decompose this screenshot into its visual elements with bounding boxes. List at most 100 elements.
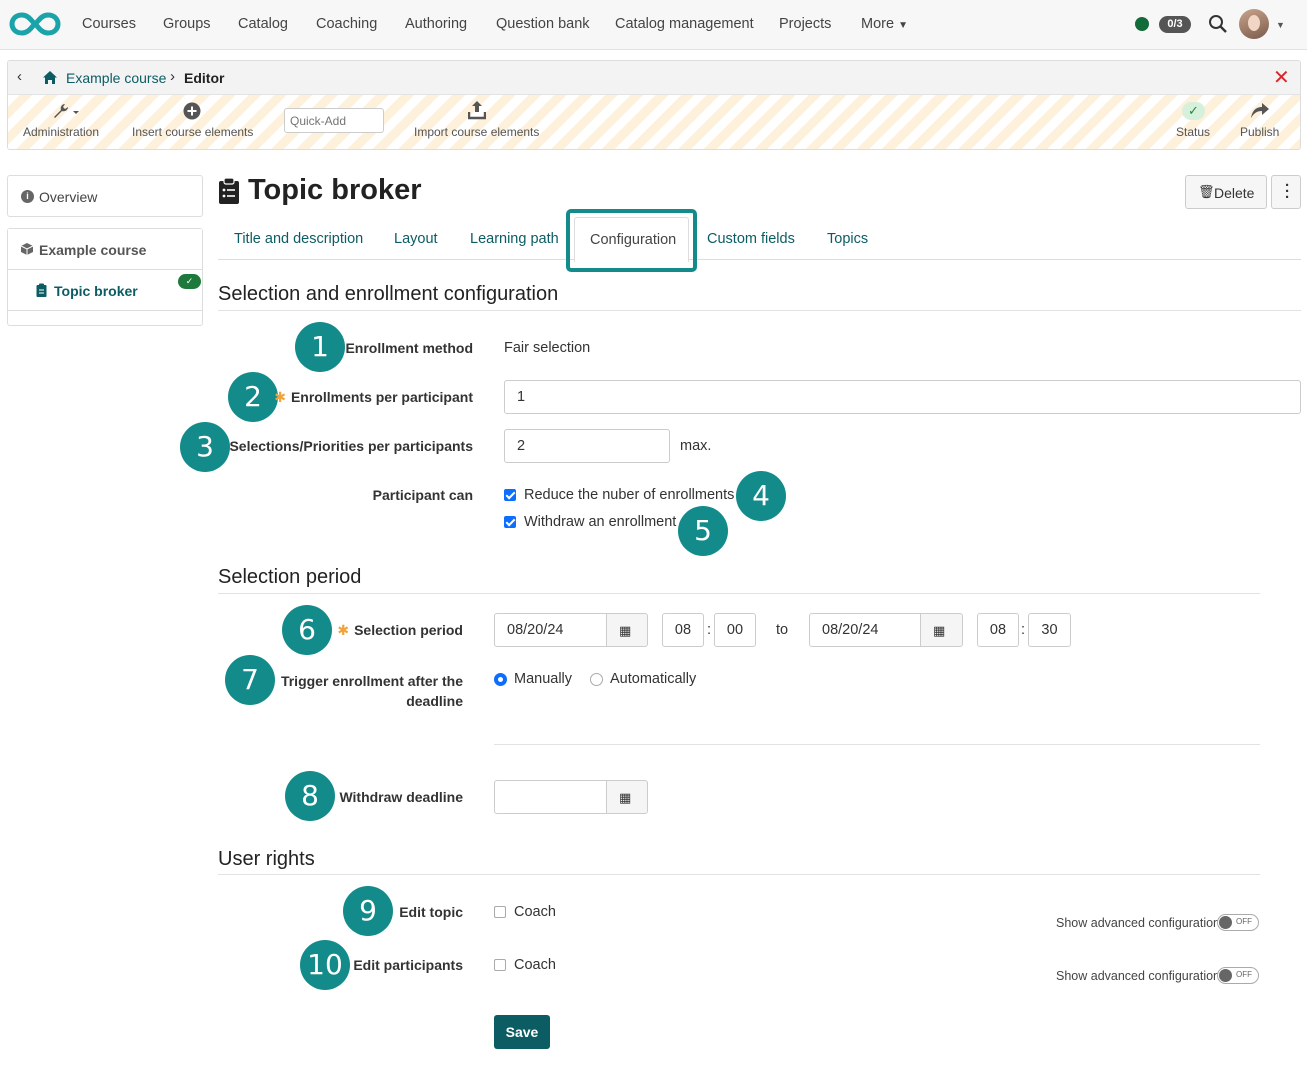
administration-button[interactable]: Administration xyxy=(22,95,112,149)
start-date-calendar-button[interactable]: ▦ xyxy=(606,613,648,647)
edit-participants-coach-label: Coach xyxy=(514,957,556,973)
section-enrollment-title: Selection and enrollment configuration xyxy=(218,283,559,305)
status-button[interactable]: ✓ Status xyxy=(1172,95,1216,149)
end-hour-input[interactable]: 08 xyxy=(977,613,1019,647)
reduce-enrollments-checkbox[interactable] xyxy=(504,489,516,501)
quick-add-input[interactable] xyxy=(284,108,384,133)
more-vertical-icon: · · · xyxy=(1285,177,1290,206)
nav-catalog-management[interactable]: Catalog management xyxy=(615,16,754,32)
breadcrumb: ‹ Example course › Editor ✕ xyxy=(8,61,1300,95)
enrollment-method-label: Enrollment method xyxy=(345,340,473,356)
marker-5: 5 xyxy=(678,506,728,556)
sidebar-item-example-course[interactable]: Example course xyxy=(8,229,202,270)
wrench-icon xyxy=(54,104,79,118)
tab-learning-path[interactable]: Learning path xyxy=(470,231,559,247)
trigger-label-line1: Trigger enrollment after the xyxy=(280,673,463,689)
tab-custom-fields[interactable]: Custom fields xyxy=(707,231,795,247)
start-date-input[interactable]: 08/20/24 xyxy=(494,613,608,647)
marker-3: 3 xyxy=(180,422,230,472)
notification-badge[interactable]: 0/3 xyxy=(1159,16,1191,33)
user-menu-caret-icon[interactable]: ▼ xyxy=(1276,20,1285,30)
nav-courses[interactable]: Courses xyxy=(82,16,136,32)
editor-toolbar: ‹ Example course › Editor ✕ Administrati… xyxy=(7,60,1301,150)
sidebar-overview[interactable]: i Overview xyxy=(7,175,203,217)
marker-10: 10 xyxy=(300,940,350,990)
home-icon xyxy=(43,71,57,84)
delete-button[interactable]: 🗑 Delete xyxy=(1185,175,1267,209)
page-title: Topic broker xyxy=(248,174,422,206)
start-hour-input[interactable]: 08 xyxy=(662,613,704,647)
section-period-title: Selection period xyxy=(218,566,362,588)
insert-course-elements-button[interactable]: Insert course elements xyxy=(131,95,261,149)
nav-coaching[interactable]: Coaching xyxy=(316,16,377,32)
end-minute-input[interactable]: 30 xyxy=(1028,613,1071,647)
cube-icon xyxy=(20,243,34,255)
breadcrumb-course-link[interactable]: Example course xyxy=(66,70,166,86)
sidebar-item-topic-broker[interactable]: Topic broker ✓ xyxy=(8,270,202,311)
more-actions-button[interactable]: · · · xyxy=(1271,175,1301,209)
marker-4: 4 xyxy=(736,471,786,521)
end-date-input[interactable]: 08/20/24 xyxy=(809,613,923,647)
save-button[interactable]: Save xyxy=(494,1015,550,1049)
published-check-icon: ✓ xyxy=(178,274,201,289)
calendar-icon: ▦ xyxy=(619,790,632,805)
selections-per-participant-label: Selections/Priorities per participants xyxy=(229,438,473,454)
withdraw-enrollment-label: Withdraw an enrollment xyxy=(524,514,677,530)
manually-label: Manually xyxy=(514,671,573,687)
trash-icon: 🗑 xyxy=(1198,184,1215,199)
required-asterisk-icon: ✱ xyxy=(274,389,286,405)
search-icon[interactable] xyxy=(1208,14,1228,34)
withdraw-enrollment-checkbox[interactable] xyxy=(504,516,516,528)
edit-topic-coach-checkbox[interactable] xyxy=(494,906,506,918)
tab-configuration[interactable]: Configuration xyxy=(574,217,689,262)
nav-projects[interactable]: Projects xyxy=(779,16,831,32)
edit-topic-advanced-label: Show advanced configuration xyxy=(1056,916,1221,930)
subsection-divider xyxy=(494,744,1260,745)
tab-configuration-label: Configuration xyxy=(590,232,677,248)
start-minute-input[interactable]: 00 xyxy=(714,613,756,647)
nav-authoring[interactable]: Authoring xyxy=(405,16,467,32)
edit-participants-coach-checkbox[interactable] xyxy=(494,959,506,971)
withdraw-deadline-input[interactable] xyxy=(494,780,608,814)
enrollments-label-text: Enrollments per participant xyxy=(290,389,473,405)
nav-catalog[interactable]: Catalog xyxy=(238,16,288,32)
calendar-icon: ▦ xyxy=(933,623,946,638)
plus-circle-icon xyxy=(183,102,201,120)
edit-participants-advanced-toggle[interactable]: OFF xyxy=(1217,967,1259,984)
withdraw-deadline-label: Withdraw deadline xyxy=(339,789,463,805)
marker-1: 1 xyxy=(295,322,345,372)
infinity-logo-icon[interactable] xyxy=(9,11,61,37)
manually-radio[interactable] xyxy=(494,673,507,686)
publish-button[interactable]: Publish xyxy=(1236,95,1286,149)
automatically-radio[interactable] xyxy=(590,673,603,686)
upload-icon xyxy=(468,101,486,120)
nav-more[interactable]: More ▼ xyxy=(861,16,908,32)
tabs-underline xyxy=(218,259,1301,260)
section-divider xyxy=(218,593,1260,594)
tab-layout[interactable]: Layout xyxy=(394,231,438,247)
nav-groups[interactable]: Groups xyxy=(163,16,211,32)
nav-question-bank[interactable]: Question bank xyxy=(496,16,590,32)
marker-9: 9 xyxy=(343,886,393,936)
breadcrumb-separator-icon: › xyxy=(170,68,175,85)
end-date-calendar-button[interactable]: ▦ xyxy=(920,613,963,647)
edit-topic-label: Edit topic xyxy=(399,904,463,920)
enrollments-per-participant-input[interactable]: 1 xyxy=(504,380,1301,414)
selections-per-participant-input[interactable]: 2 xyxy=(504,429,670,463)
toggle-knob xyxy=(1219,969,1232,982)
tab-title-and-description[interactable]: Title and description xyxy=(234,231,363,247)
close-icon[interactable]: ✕ xyxy=(1273,65,1290,90)
time-colon: : xyxy=(1021,622,1026,638)
avatar[interactable] xyxy=(1239,9,1269,39)
participant-can-label: Participant can xyxy=(372,487,473,503)
tab-topics[interactable]: Topics xyxy=(827,231,868,247)
edit-topic-advanced-toggle[interactable]: OFF xyxy=(1217,914,1259,931)
selection-period-label: ✱ Selection period xyxy=(337,622,463,639)
withdraw-deadline-calendar-button[interactable]: ▦ xyxy=(606,780,648,814)
section-divider xyxy=(218,310,1301,311)
administration-label: Administration xyxy=(23,125,100,139)
import-course-elements-button[interactable]: Import course elements xyxy=(412,95,542,149)
top-navigation: Courses Groups Catalog Coaching Authorin… xyxy=(0,0,1307,50)
back-icon[interactable]: ‹ xyxy=(17,68,22,85)
automatically-label: Automatically xyxy=(610,671,697,687)
